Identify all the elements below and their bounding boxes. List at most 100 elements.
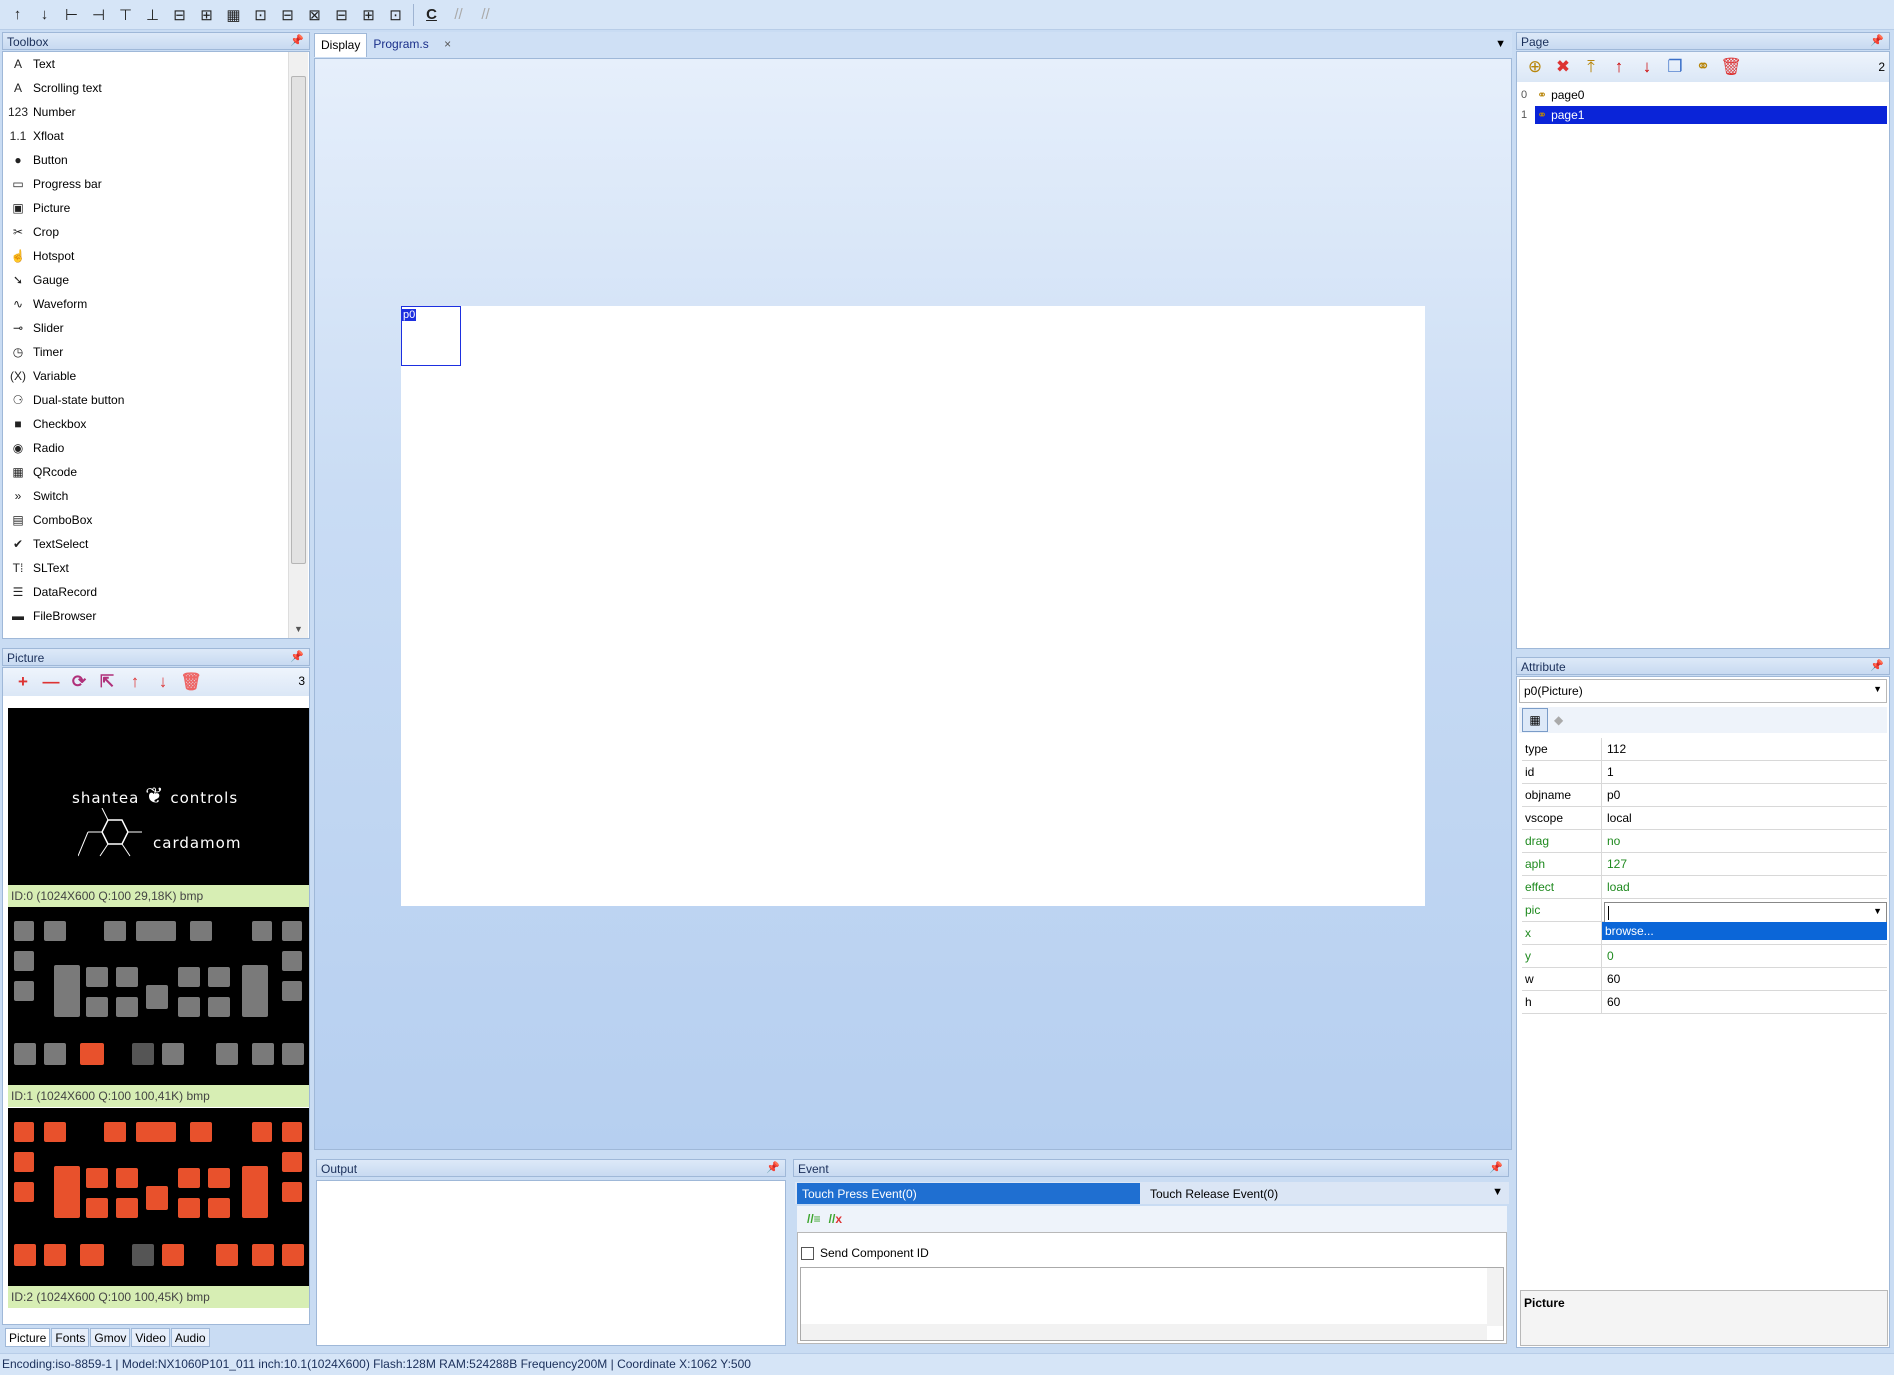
toolbox-item-radio[interactable]: ◉ Radio [3,436,309,460]
attr-value[interactable]: 112 [1604,738,1885,761]
comment-icon[interactable]: //≡ [807,1212,821,1226]
toolbox-item-text[interactable]: A Text [3,52,309,76]
page-list-item[interactable]: 0 ⚭ page0 [1517,85,1889,105]
attr-row-aph[interactable]: aph 127 [1522,853,1887,876]
tab-gmov[interactable]: Gmov [90,1328,131,1347]
grid-button[interactable]: ▦ [220,2,247,28]
attr-row-drag[interactable]: drag no [1522,830,1887,853]
editor-v-scrollbar[interactable] [1487,1268,1503,1326]
tab-touch-press[interactable]: Touch Press Event(0) [797,1183,1140,1204]
delete-all-icon[interactable]: 🗑 [1717,57,1745,77]
tab-menu-chevron-icon[interactable]: ▼ [1495,38,1506,50]
attr-row-objname[interactable]: objname p0 [1522,784,1887,807]
tab-display[interactable]: Display [314,33,368,57]
delete-page-icon[interactable]: ✖ [1549,57,1577,77]
attr-value[interactable]: local [1604,807,1885,830]
tab-audio[interactable]: Audio [170,1328,210,1347]
toolbox-item-gauge[interactable]: ➘ Gauge [3,268,309,292]
toolbox-item-progress-bar[interactable]: ▭ Progress bar [3,172,309,196]
attr-value[interactable]: 0 [1604,945,1885,968]
distribute-even-button[interactable]: ⊡ [382,2,409,28]
tab-fonts[interactable]: Fonts [51,1328,90,1347]
toolbox-item-waveform[interactable]: ∿ Waveform [3,292,309,316]
scrollbar-thumb[interactable] [291,76,306,564]
toolbox-item-hotspot[interactable]: ☝ Hotspot [3,244,309,268]
send-component-id-row[interactable]: Send Component ID [801,1246,929,1260]
move-down-icon[interactable]: ↓ [1633,57,1661,77]
distribute-horizontal-button[interactable]: ⊠ [301,2,328,28]
attr-row-w[interactable]: w 60 [1522,968,1887,991]
distribute-vertical-button[interactable]: ⊞ [355,2,382,28]
toolbox-item-dual-state-button[interactable]: ⚆ Dual-state button [3,388,309,412]
attr-value[interactable]: load [1604,876,1885,899]
output-log[interactable] [316,1180,786,1346]
attr-value[interactable]: 127 [1604,853,1885,876]
editor-h-scrollbar[interactable] [801,1324,1487,1340]
attr-row-type[interactable]: type 112 [1522,738,1887,761]
pin-icon[interactable]: 📌 [766,1161,780,1174]
toolbox-item-number[interactable]: 123 Number [3,100,309,124]
component-p0[interactable]: p0 [401,306,461,366]
picture-thumb-2[interactable] [8,1108,309,1286]
move-up-icon[interactable]: ↑ [121,672,149,692]
uncomment-button[interactable]: // [445,2,472,28]
events-icon[interactable]: ◆ [1554,713,1563,727]
dropdown-option-browse[interactable]: browse... [1602,922,1887,940]
toolbox-item-textselect[interactable]: ✔ TextSelect [3,532,309,556]
move-up-button[interactable]: ↑ [4,2,31,28]
equal-size-button[interactable]: ⊟ [328,2,355,28]
tab-touch-release[interactable]: Touch Release Event(0) [1145,1183,1485,1204]
uncomment-all-button[interactable]: // [472,2,499,28]
event-menu-chevron-icon[interactable]: ▼ [1492,1186,1503,1198]
align-top-button[interactable]: ⊤ [112,2,139,28]
page-canvas[interactable]: p0 [401,306,1425,906]
move-up-icon[interactable]: ↑ [1605,57,1633,77]
import-page-icon[interactable]: ⚭ [1689,57,1717,77]
toolbox-item-xfloat[interactable]: 1.1 Xfloat [3,124,309,148]
send-component-id-checkbox[interactable] [801,1246,814,1260]
export-icon[interactable]: ⇱ [93,672,121,692]
close-icon[interactable]: × [444,37,451,51]
toolbox-item-button[interactable]: ● Button [3,148,309,172]
attr-row-id[interactable]: id 1 [1522,761,1887,784]
toolbox-item-variable[interactable]: (X) Variable [3,364,309,388]
align-left-button[interactable]: ⊢ [58,2,85,28]
align-bottom-button[interactable]: ⊥ [139,2,166,28]
picture-thumb-0[interactable]: shantea ❦ controls cardamom [8,708,309,886]
toolbox-item-picture[interactable]: ▣ Picture [3,196,309,220]
properties-icon[interactable]: ▦ [1522,708,1548,732]
attr-row-y[interactable]: y0 [1522,945,1887,968]
same-width-button[interactable]: ⊡ [247,2,274,28]
chevron-down-icon[interactable]: ▼ [1873,684,1882,694]
toolbox-item-checkbox[interactable]: ■ Checkbox [3,412,309,436]
pin-icon[interactable]: 📌 [1870,34,1884,47]
remove-icon[interactable]: — [37,672,65,692]
same-height-button[interactable]: ⊟ [274,2,301,28]
attr-row-vscope[interactable]: vscope local [1522,807,1887,830]
tab-program[interactable]: Program.s × [367,33,457,57]
toolbox-item-qrcode[interactable]: ▦ QRcode [3,460,309,484]
insert-page-icon[interactable]: ⤒ [1577,57,1605,77]
add-page-icon[interactable]: ⊕ [1521,57,1549,77]
object-select[interactable]: p0(Picture) ▼ [1519,679,1887,703]
attr-value[interactable]: no [1604,830,1885,853]
center-horizontal-button[interactable]: ⊟ [166,2,193,28]
attr-value[interactable]: 60 [1604,991,1885,1014]
move-down-button[interactable]: ↓ [31,2,58,28]
center-vertical-button[interactable]: ⊞ [193,2,220,28]
pin-icon[interactable]: 📌 [290,34,304,47]
toolbox-item-filebrowser[interactable]: ▬ FileBrowser [3,604,309,628]
replace-icon[interactable]: ⟳ [65,672,93,692]
toolbox-scrollbar[interactable]: ▼ [288,52,308,638]
move-down-icon[interactable]: ↓ [149,672,177,692]
copy-page-icon[interactable]: ❐ [1661,57,1689,77]
tab-video[interactable]: Video [131,1328,170,1347]
pin-icon[interactable]: 📌 [1870,659,1884,672]
event-code-editor[interactable] [800,1267,1504,1341]
pin-icon[interactable]: 📌 [1489,1161,1503,1174]
pin-icon[interactable]: 📌 [290,650,304,663]
page-list-item[interactable]: 1 ⚭ page1 [1517,105,1889,125]
attr-value[interactable]: 60 [1604,968,1885,991]
toolbox-item-sltext[interactable]: T⁞ SLText [3,556,309,580]
picture-thumb-1[interactable] [8,907,309,1085]
